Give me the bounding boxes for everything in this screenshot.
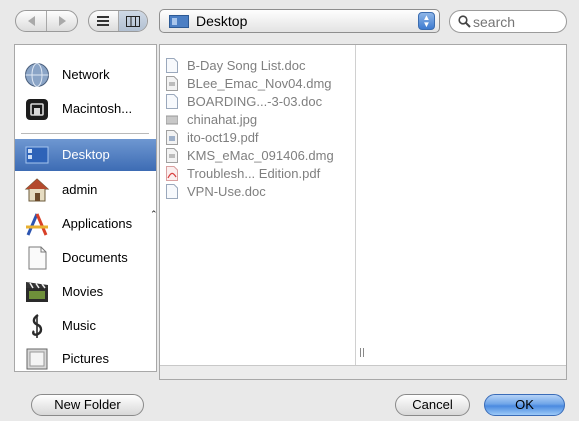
sidebar-item-label: Documents	[62, 250, 128, 265]
search-input[interactable]	[473, 13, 561, 30]
file-name: KMS_eMac_091406.dmg	[187, 148, 334, 163]
music-icon	[32, 314, 43, 338]
desktop-folder-icon	[169, 15, 189, 28]
sidebar-item-label: Desktop	[62, 147, 110, 162]
popup-arrows-icon: ▲ ▼	[418, 12, 435, 30]
sidebar-item-movies[interactable]: Movies	[15, 276, 156, 308]
sidebar-item-label: Pictures	[62, 351, 109, 366]
file-name: BOARDING...-3-03.doc	[187, 94, 323, 109]
applications-icon	[26, 213, 48, 236]
document-icon	[166, 94, 178, 109]
sidebar-item-network[interactable]: Network	[15, 59, 156, 91]
column-view-button[interactable]	[117, 11, 147, 31]
sidebar-item-music[interactable]: Music	[15, 310, 156, 342]
file-name: VPN-Use.doc	[187, 184, 266, 199]
sidebar: Network Macintosh... Desktop admin Appli	[14, 44, 157, 372]
ok-button[interactable]: OK	[484, 394, 565, 416]
view-mode-control	[88, 10, 148, 32]
pdf-icon	[166, 130, 178, 145]
file-browser: B-Day Song List.doc BLee_Emac_Nov04.dmg …	[159, 44, 567, 380]
image-file-icon	[166, 115, 178, 125]
search-field[interactable]	[449, 10, 567, 33]
sidebar-item-desktop[interactable]: Desktop	[15, 139, 156, 171]
column-view-icon	[125, 15, 140, 27]
file-name: ito-oct19.pdf	[187, 130, 259, 145]
file-name: Troublesh... Edition.pdf	[187, 166, 321, 181]
sidebar-item-pictures[interactable]: Pictures	[15, 343, 156, 371]
location-popup[interactable]: Desktop ▲ ▼	[159, 9, 440, 33]
sidebar-item-applications[interactable]: Applications	[15, 208, 156, 240]
list-view-button[interactable]	[89, 11, 118, 31]
location-label: Desktop	[196, 13, 248, 29]
sidebar-item-label: Network	[62, 67, 110, 82]
sidebar-item-label: Applications	[62, 216, 133, 231]
forward-arrow-icon	[58, 16, 66, 26]
acrobat-pdf-icon	[166, 166, 178, 181]
sidebar-item-label: admin	[62, 182, 98, 197]
sidebar-item-label: Music	[62, 318, 96, 333]
back-arrow-icon	[27, 16, 35, 26]
sidebar-separator	[21, 133, 149, 134]
sidebar-item-label: Movies	[62, 284, 104, 299]
pictures-icon	[26, 348, 48, 370]
sidebar-item-documents[interactable]: Documents	[15, 242, 156, 274]
network-globe-icon	[25, 63, 49, 87]
documents-icon	[28, 246, 47, 270]
search-icon	[458, 15, 471, 28]
file-name: B-Day Song List.doc	[187, 58, 306, 73]
disk-image-icon	[166, 76, 178, 91]
forward-button[interactable]	[46, 11, 77, 31]
back-forward-control	[15, 10, 78, 32]
column-resize-handle[interactable]	[360, 348, 364, 357]
movies-icon	[26, 282, 48, 302]
sidebar-item-label: Macintosh...	[62, 101, 133, 116]
file-column: B-Day Song List.doc BLee_Emac_Nov04.dmg …	[160, 45, 356, 379]
cancel-button[interactable]: Cancel	[395, 394, 470, 416]
sidebar-item-macintosh[interactable]: Macintosh...	[15, 93, 156, 125]
document-icon	[166, 58, 178, 73]
sidebar-resize-handle[interactable]: ⌃	[150, 209, 158, 220]
sidebar-item-admin[interactable]: admin	[15, 174, 156, 206]
disk-image-icon	[166, 148, 178, 163]
file-name: chinahat.jpg	[187, 112, 258, 127]
list-view-icon	[97, 16, 110, 26]
horizontal-scrollbar[interactable]	[160, 365, 566, 379]
hard-drive-icon	[26, 99, 48, 120]
document-icon	[166, 184, 178, 199]
new-folder-button[interactable]: New Folder	[31, 394, 144, 416]
home-icon	[24, 178, 50, 202]
back-button[interactable]	[16, 11, 46, 31]
desktop-icon	[25, 146, 49, 164]
file-name: BLee_Emac_Nov04.dmg	[187, 76, 332, 91]
